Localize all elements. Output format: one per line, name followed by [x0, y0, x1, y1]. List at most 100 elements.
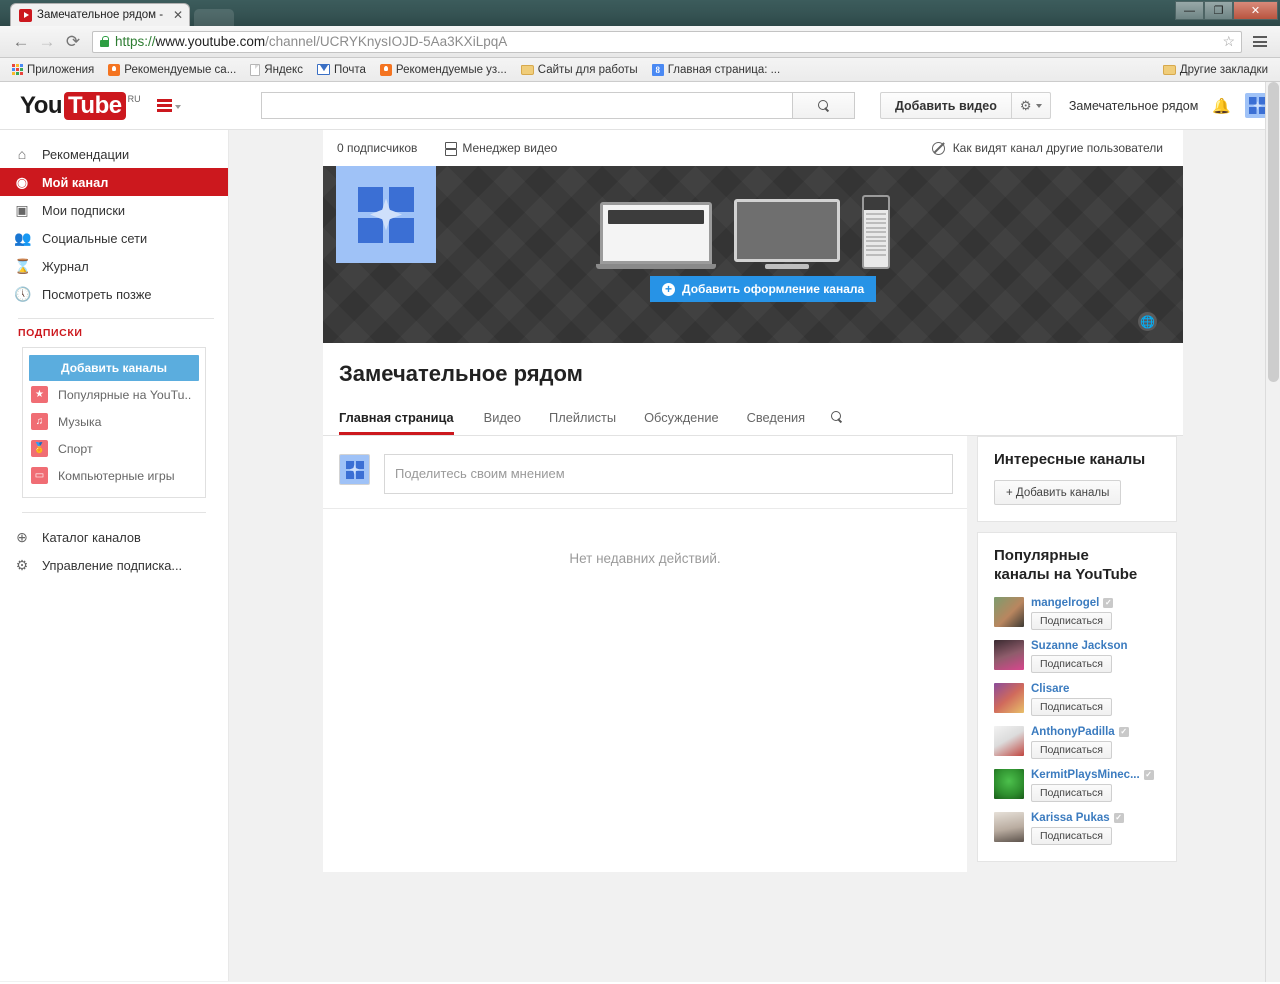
channel-search-button[interactable]: [819, 401, 854, 435]
sidebar-item-manage-subscriptions[interactable]: ⚙ Управление подписка...: [0, 551, 228, 579]
new-tab-button[interactable]: [194, 9, 234, 26]
subscription-item-gaming[interactable]: ▭ Компьютерные игры: [29, 462, 199, 489]
channel-name[interactable]: KermitPlaysMinec... ✓: [1031, 769, 1162, 781]
chrome-menu-icon[interactable]: [1248, 36, 1272, 47]
window-close-button[interactable]: ✕: [1233, 1, 1278, 20]
page-title: Замечательное рядом: [339, 361, 583, 386]
youtube-masthead: You Tube RU Добавить видео ⚙ Замечательн…: [0, 82, 1280, 130]
no-entry-icon: [931, 141, 945, 155]
reload-button[interactable]: ⟳: [60, 29, 86, 55]
hamburger-icon: [156, 99, 172, 112]
tab-home[interactable]: Главная страница: [339, 402, 470, 435]
channel-name[interactable]: Suzanne Jackson: [1031, 640, 1162, 652]
channel-name[interactable]: AnthonyPadilla ✓: [1031, 726, 1162, 738]
bookmarks-bar: Приложения Рекомендуемые са... Яндекс По…: [0, 58, 1280, 82]
channel-avatar[interactable]: [336, 166, 436, 263]
channel-thumbnail[interactable]: [994, 639, 1024, 670]
address-bar[interactable]: https://www.youtube.com/channel/UCRYKnys…: [92, 30, 1242, 53]
account-name[interactable]: Замечательное рядом: [1069, 99, 1198, 113]
window-minimize-button[interactable]: —: [1175, 1, 1204, 20]
sidebar-item-my-channel[interactable]: ◉ Мой канал: [0, 168, 228, 196]
channel-thumbnail[interactable]: [994, 725, 1024, 756]
sidebar-item-label: Социальные сети: [42, 230, 148, 246]
channel-thumbnail[interactable]: [994, 811, 1024, 842]
youtube-logo[interactable]: You Tube RU: [20, 91, 141, 120]
add-channel-art-button[interactable]: + Добавить оформление канала: [650, 276, 877, 302]
subscribe-button[interactable]: Подписаться: [1031, 783, 1112, 802]
forward-button[interactable]: →: [34, 29, 60, 55]
lock-icon: [99, 35, 110, 48]
google-icon: 8: [651, 63, 664, 76]
apps-grid-icon: [12, 64, 23, 75]
subscriber-count-label: 0 подписчиков: [337, 141, 418, 155]
subscribe-button[interactable]: Подписаться: [1031, 654, 1112, 673]
list-item: Clisare Подписаться: [994, 682, 1162, 716]
subscription-item-popular[interactable]: ★ Популярные на YouTu..: [29, 381, 199, 408]
view-as-others-link[interactable]: Как видят канал другие пользователи: [931, 141, 1163, 155]
bookmark-apps[interactable]: Приложения: [6, 62, 100, 78]
account-circle-icon: ◉: [15, 174, 29, 190]
sidebar-item-watch-later[interactable]: 🕔 Посмотреть позже: [0, 280, 228, 308]
subscribe-button[interactable]: Подписаться: [1031, 740, 1112, 759]
logo-locale: RU: [127, 93, 141, 104]
bookmark-mail[interactable]: Почта: [311, 62, 372, 78]
window-maximize-button[interactable]: ❐: [1204, 1, 1233, 20]
list-item: KermitPlaysMinec... ✓ Подписаться: [994, 768, 1162, 802]
share-input[interactable]: [384, 454, 953, 494]
guide-toggle-button[interactable]: [156, 99, 181, 112]
search-button[interactable]: [792, 92, 855, 119]
notifications-bell-icon[interactable]: 🔔: [1212, 97, 1231, 115]
home-icon: ⌂: [17, 146, 27, 162]
settings-button[interactable]: ⚙: [1011, 92, 1051, 119]
add-channels-button[interactable]: + Добавить каналы: [994, 480, 1122, 505]
video-manager-link[interactable]: Менеджер видео: [445, 141, 557, 156]
sidebar-item-my-subscriptions[interactable]: ▣ Мои подписки: [0, 196, 228, 224]
channel-banner: + Добавить оформление канала 🌐: [323, 166, 1183, 343]
bookmark-label: Сайты для работы: [537, 63, 638, 76]
back-button[interactable]: ←: [8, 29, 34, 55]
channel-name[interactable]: mangelrogel ✓: [1031, 597, 1162, 609]
sidebar-item-history[interactable]: ⌛ Журнал: [0, 252, 228, 280]
scrollbar-thumb[interactable]: [1268, 82, 1279, 382]
browser-tab[interactable]: Замечательное рядом - ✕: [10, 3, 190, 26]
subscription-item-music[interactable]: ♫ Музыка: [29, 408, 199, 435]
channel-name[interactable]: Clisare: [1031, 683, 1162, 695]
bookmark-work-sites[interactable]: Сайты для работы: [515, 62, 644, 78]
browser-navbar: ← → ⟳ https://www.youtube.com/channel/UC…: [0, 26, 1280, 58]
sidebar-item-recommendations[interactable]: ⌂ Рекомендации: [0, 140, 228, 168]
bookmark-label: Рекомендуемые са...: [124, 63, 237, 76]
bookmark-homepage[interactable]: 8 Главная страница: ...: [646, 62, 787, 78]
channel-name[interactable]: Karissa Pukas ✓: [1031, 812, 1162, 824]
bookmark-yandex[interactable]: Яндекс: [244, 62, 309, 78]
masthead-right-group: Добавить видео ⚙ Замечательное рядом 🔔: [879, 92, 1270, 119]
people-icon: 👥: [14, 230, 32, 246]
subscriptions-panel: Добавить каналы ★ Популярные на YouTu.. …: [22, 347, 206, 498]
globe-icon[interactable]: 🌐: [1138, 312, 1157, 331]
subscribe-button[interactable]: Подписаться: [1031, 611, 1112, 630]
channel-thumbnail[interactable]: [994, 682, 1024, 713]
tab-close-icon[interactable]: ✕: [173, 9, 183, 21]
sidebar-item-channel-catalog[interactable]: ⊕ Каталог каналов: [0, 523, 228, 551]
subscription-item-sports[interactable]: 🏅 Спорт: [29, 435, 199, 462]
bookmark-star-icon[interactable]: ☆: [1216, 33, 1235, 50]
add-channels-button[interactable]: Добавить каналы: [29, 355, 199, 381]
logo-tube-text: Tube: [64, 91, 126, 120]
subscribe-button[interactable]: Подписаться: [1031, 826, 1112, 845]
tab-playlists[interactable]: Плейлисты: [535, 402, 630, 434]
subscribe-button[interactable]: Подписаться: [1031, 697, 1112, 716]
other-bookmarks-button[interactable]: Другие закладки: [1157, 62, 1274, 78]
channel-name-text: KermitPlaysMinec...: [1031, 768, 1140, 781]
upload-video-button[interactable]: Добавить видео: [879, 92, 1012, 119]
bookmark-recommended-sites[interactable]: Рекомендуемые са...: [102, 62, 242, 78]
channel-thumbnail[interactable]: [994, 596, 1024, 627]
channel-thumbnail[interactable]: [994, 768, 1024, 799]
star-badge-icon: ★: [31, 386, 48, 403]
search-input[interactable]: [260, 92, 793, 119]
sidebar-item-social[interactable]: 👥 Социальные сети: [0, 224, 228, 252]
tab-discussion[interactable]: Обсуждение: [630, 402, 733, 434]
tab-about[interactable]: Сведения: [733, 402, 819, 434]
bookmark-recommended-nodes[interactable]: Рекомендуемые уз...: [374, 62, 513, 78]
tab-videos[interactable]: Видео: [470, 402, 535, 434]
page-scrollbar[interactable]: [1265, 82, 1280, 982]
divider: [22, 512, 206, 513]
